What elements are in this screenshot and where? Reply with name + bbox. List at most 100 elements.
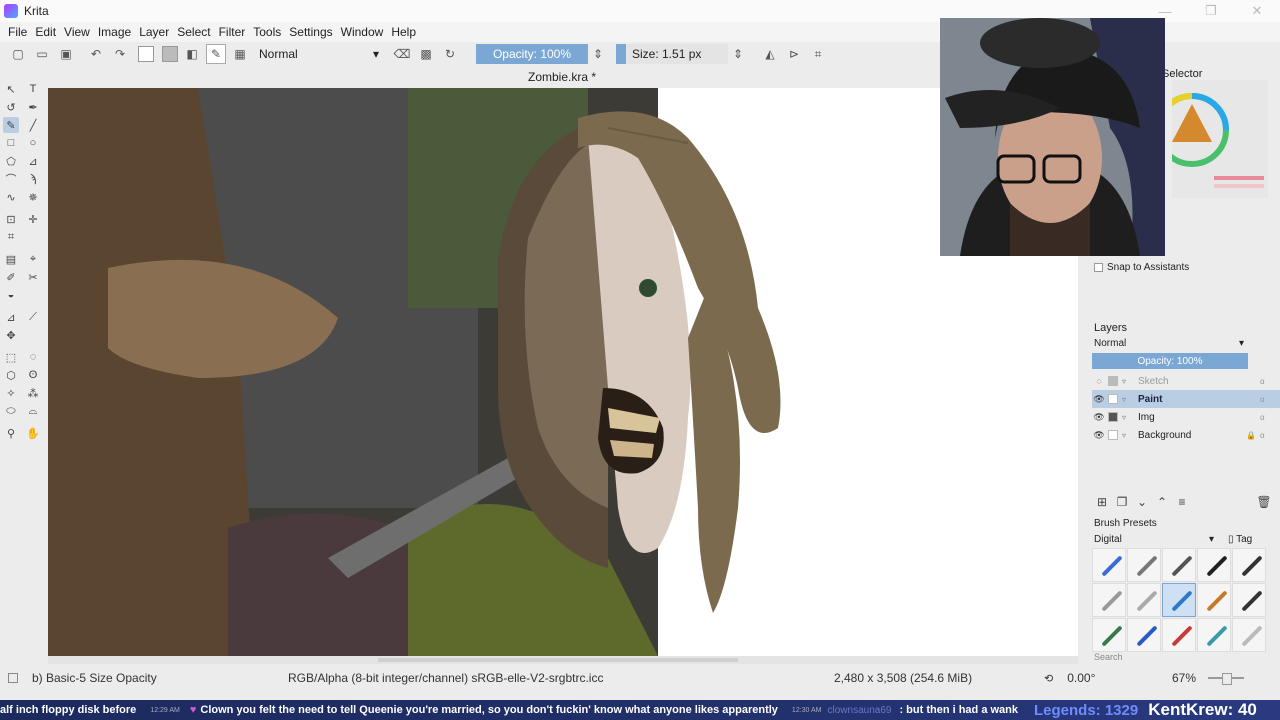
scrollbar-thumb[interactable]	[378, 658, 738, 662]
layer-row-paint[interactable]: 👁 ▿ Paint α	[1092, 390, 1280, 408]
brush-settings-icon[interactable]: ▦	[230, 44, 250, 64]
redo-icon[interactable]: ↷	[110, 44, 130, 64]
delete-layer-button[interactable]: 🗑	[1254, 495, 1274, 509]
menu-settings[interactable]: Settings	[285, 25, 336, 39]
brush-preset-icon[interactable]: ✎	[206, 44, 226, 64]
new-document-icon[interactable]: ▢	[8, 44, 28, 64]
menu-view[interactable]: View	[60, 25, 94, 39]
brush-preset[interactable]	[1197, 583, 1231, 617]
canvas[interactable]	[48, 88, 1078, 656]
ellipse-select-tool-icon[interactable]: ◌	[25, 349, 41, 365]
close-button[interactable]: ✕	[1234, 0, 1280, 22]
gradient-swatch[interactable]	[138, 46, 154, 62]
color-selector[interactable]	[1172, 80, 1268, 198]
brush-preset[interactable]	[1092, 548, 1126, 582]
move-tool-icon[interactable]: ✛	[25, 211, 41, 227]
brush-preset[interactable]	[1162, 548, 1196, 582]
visibility-icon[interactable]: 👁	[1092, 430, 1106, 441]
brush-preset-active[interactable]	[1162, 583, 1196, 617]
brush-preset[interactable]	[1092, 583, 1126, 617]
contiguous-select-tool-icon[interactable]: ✧	[3, 385, 19, 401]
rect-select-tool-icon[interactable]: ⬚	[3, 349, 19, 365]
size-slider[interactable]: Size: 1.51 px	[616, 44, 728, 64]
open-folder-icon[interactable]: ▭	[32, 44, 52, 64]
presets-search-input[interactable]: Search	[1094, 652, 1123, 662]
reference-tool-icon[interactable]: ✥	[3, 327, 19, 343]
document-tab[interactable]: Zombie.kra *	[44, 66, 1080, 88]
pan-tool-icon[interactable]: ✋	[25, 425, 41, 441]
mirror-vertical-icon[interactable]: ⊳	[784, 44, 804, 64]
alpha-lock-icon[interactable]: α	[1260, 413, 1280, 422]
eraser-mode-icon[interactable]: ⌫	[392, 44, 412, 64]
menu-filter[interactable]: Filter	[215, 25, 250, 39]
select-shapes-tool-icon[interactable]: ↖	[3, 81, 19, 97]
alpha-lock-icon[interactable]: α	[1260, 377, 1280, 386]
color-picker-tool-icon[interactable]: ⌖	[25, 251, 41, 267]
menu-help[interactable]: Help	[387, 25, 420, 39]
brush-preset[interactable]	[1197, 618, 1231, 652]
ellipse-tool-icon[interactable]: ○	[25, 135, 41, 151]
color-wheel-icon[interactable]	[1172, 80, 1268, 198]
brush-preset[interactable]	[1092, 618, 1126, 652]
brush-preset[interactable]	[1197, 548, 1231, 582]
presets-tag-dropdown[interactable]: Digital ▾	[1094, 534, 1218, 545]
menu-image[interactable]: Image	[94, 25, 135, 39]
menu-tools[interactable]: Tools	[249, 25, 285, 39]
zoom-slider[interactable]	[1208, 673, 1245, 685]
rectangle-tool-icon[interactable]: □	[3, 135, 19, 151]
brush-preset[interactable]	[1232, 583, 1266, 617]
wrap-around-icon[interactable]: ⌗	[808, 44, 828, 64]
menu-select[interactable]: Select	[173, 25, 214, 39]
dynamic-brush-tool-icon[interactable]: ∿	[3, 189, 19, 205]
transform-tool-icon[interactable]: ⊡	[3, 211, 19, 227]
gradient-tool-icon[interactable]: ▤	[3, 251, 19, 267]
opacity-slider[interactable]: Opacity: 100%	[476, 44, 588, 64]
alpha-lock-icon[interactable]: α	[1260, 395, 1280, 404]
colorize-mask-tool-icon[interactable]: ✐	[3, 269, 19, 285]
lock-icon[interactable]: 🔒	[1246, 431, 1256, 440]
mirror-horizontal-icon[interactable]: ◭	[760, 44, 780, 64]
polygon-tool-icon[interactable]: ⬠	[3, 153, 19, 169]
layer-row-sketch[interactable]: ◌ ▿ Sketch α	[1092, 372, 1280, 390]
menu-layer[interactable]: Layer	[135, 25, 173, 39]
brush-preset[interactable]	[1162, 618, 1196, 652]
measure-tool-icon[interactable]: ⟋	[25, 309, 41, 325]
brush-preset[interactable]	[1127, 583, 1161, 617]
assistant-tool-icon[interactable]: ⊿	[3, 309, 19, 325]
polyline-tool-icon[interactable]: ⊿	[25, 153, 41, 169]
magnetic-select-tool-icon[interactable]: ⌓	[25, 403, 41, 419]
size-spin-icon[interactable]: ⇕	[728, 44, 748, 64]
visibility-icon[interactable]: 👁	[1092, 412, 1106, 423]
layer-row-img[interactable]: 👁 ▿ Img α	[1092, 408, 1280, 426]
multibrush-tool-icon[interactable]: ✵	[25, 189, 41, 205]
preserve-alpha-icon[interactable]: ▩	[416, 44, 436, 64]
calligraphy-tool-icon[interactable]: ✒	[25, 99, 41, 115]
crop-tool-icon[interactable]: ⌗	[3, 229, 19, 245]
add-layer-button[interactable]: ⊞	[1092, 495, 1112, 509]
fg-bg-colors-icon[interactable]: ◧	[182, 44, 202, 64]
freehand-brush-tool-icon[interactable]: ✎	[3, 117, 19, 133]
bezier-tool-icon[interactable]: ⌒	[3, 171, 19, 187]
polygon-select-tool-icon[interactable]: ⬡	[3, 367, 19, 383]
undo-icon[interactable]: ↶	[86, 44, 106, 64]
freehand-select-tool-icon[interactable]: ʘ	[25, 367, 41, 383]
similar-select-tool-icon[interactable]: ⁂	[25, 385, 41, 401]
alpha-lock-icon[interactable]: α	[1260, 431, 1280, 440]
brush-preset[interactable]	[1232, 548, 1266, 582]
brush-preset[interactable]	[1232, 618, 1266, 652]
layer-properties-button[interactable]: ≡	[1172, 495, 1192, 509]
visibility-icon[interactable]: 👁	[1092, 394, 1106, 405]
brush-preset[interactable]	[1127, 548, 1161, 582]
bezier-select-tool-icon[interactable]: ⬭	[3, 403, 19, 419]
text-tool-icon[interactable]: T	[25, 81, 41, 97]
status-rotation[interactable]: ⟲ 0.00°	[1044, 671, 1095, 685]
freehand-path-tool-icon[interactable]: ϡ	[25, 171, 41, 187]
brush-preset[interactable]	[1127, 618, 1161, 652]
blend-mode-dropdown[interactable]: Normal ▾	[254, 45, 384, 63]
layer-opacity-slider[interactable]: Opacity: 100%	[1092, 353, 1248, 369]
canvas-horizontal-scrollbar[interactable]	[48, 656, 1078, 664]
save-icon[interactable]: ▣	[56, 44, 76, 64]
snap-to-assistants[interactable]: Snap to Assistants	[1094, 262, 1189, 273]
reload-preset-icon[interactable]: ↻	[440, 44, 460, 64]
layers-blend-dropdown[interactable]: Normal ▾	[1094, 336, 1248, 350]
